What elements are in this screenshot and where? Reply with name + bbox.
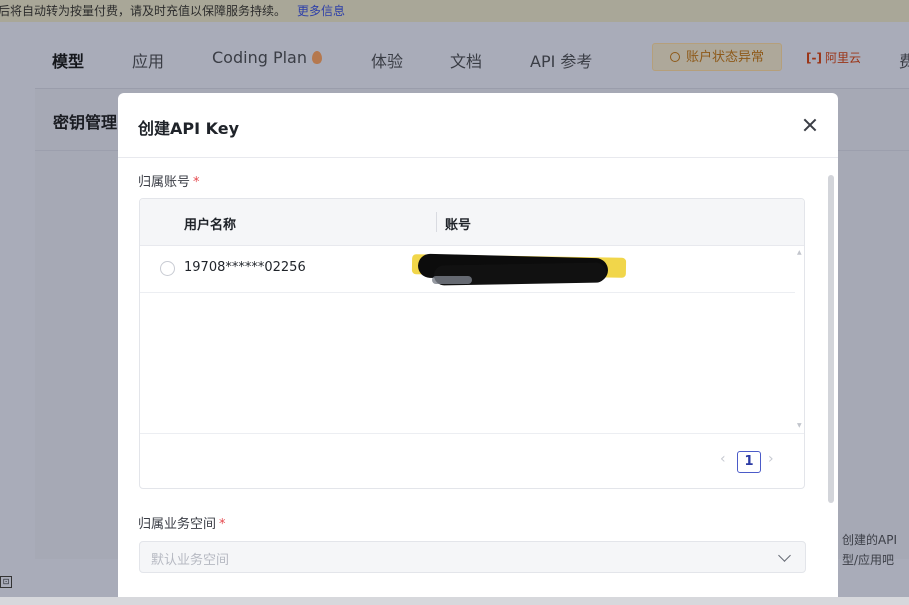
scroll-up-icon[interactable]: ▲ xyxy=(797,249,802,256)
account-status-button[interactable]: 账户状态异常 xyxy=(652,43,782,71)
account-table: 用户名称 账号 19708******02256 ▲ ▼ ‹ 1 › xyxy=(139,198,805,489)
empty-state-line-2: 型/应用吧 xyxy=(842,553,895,567)
empty-state-text: 创建的API 型/应用吧 xyxy=(842,530,897,570)
pagination-prev-button[interactable]: ‹ xyxy=(720,451,726,467)
aliyun-brand[interactable]: [-] 阿里云 xyxy=(806,49,861,66)
nav-item-models[interactable]: 模型 xyxy=(52,48,84,72)
empty-state-line-1: 创建的API xyxy=(842,533,897,547)
required-mark: * xyxy=(219,517,226,532)
column-separator xyxy=(436,212,437,232)
bottom-bar xyxy=(0,597,909,605)
required-mark: * xyxy=(193,175,200,190)
account-status-label: 账户状态异常 xyxy=(685,50,764,65)
column-header-user-name: 用户名称 xyxy=(184,218,237,233)
nav-item-api-reference[interactable]: API 参考 xyxy=(530,48,592,72)
flame-icon xyxy=(311,51,322,64)
workspace-select[interactable]: 默认业务空间 xyxy=(139,541,806,573)
nav-item-experience[interactable]: 体验 xyxy=(371,48,403,72)
aliyun-brand-label: 阿里云 xyxy=(824,51,861,65)
warning-icon xyxy=(669,52,680,62)
close-icon[interactable] xyxy=(798,113,822,137)
column-header-account: 账号 xyxy=(445,218,472,233)
row-radio-button[interactable] xyxy=(160,261,175,276)
modal-header: 创建API Key xyxy=(118,93,838,158)
redacted-account-cell xyxy=(411,252,627,288)
cell-user-name: 19708******02256 xyxy=(184,260,306,275)
chevron-down-icon xyxy=(778,549,791,562)
nav-item-docs[interactable]: 文档 xyxy=(450,48,482,72)
modal-title: 创建API Key xyxy=(138,119,240,138)
more-info-link[interactable]: 更多信息 xyxy=(297,0,345,22)
create-api-key-modal: 创建API Key 归属账号 * 用户名称 账号 19708******02256… xyxy=(118,93,838,597)
notice-banner: 后将自动转为按量付费，请及时充值以保障服务持续。 更多信息 xyxy=(0,0,909,22)
nav-item-coding-plan[interactable]: Coding Plan xyxy=(212,48,322,67)
notice-text: 后将自动转为按量付费，请及时充值以保障服务持续。 xyxy=(0,4,287,18)
pagination-next-button[interactable]: › xyxy=(768,451,774,467)
table-scrollbar[interactable]: ▲ ▼ xyxy=(797,247,803,433)
nav-item-billing[interactable]: 费 xyxy=(899,48,909,72)
workspace-label-text: 归属业务空间 xyxy=(138,517,217,532)
nav-item-coding-plan-label: Coding Plan xyxy=(212,48,307,67)
top-navigation: 模型 应用 Coding Plan 体验 文档 API 参考 账户状态异常 [-… xyxy=(0,22,909,94)
workspace-field-label: 归属业务空间 * xyxy=(138,513,226,532)
collapse-icon[interactable]: ⊡ xyxy=(0,576,12,588)
nav-item-apps[interactable]: 应用 xyxy=(132,48,164,72)
modal-scrollbar[interactable] xyxy=(828,175,834,503)
account-label-text: 归属账号 xyxy=(138,175,191,190)
table-footer-divider xyxy=(140,433,804,434)
scroll-down-icon[interactable]: ▼ xyxy=(797,422,802,429)
table-row[interactable]: 19708******02256 xyxy=(140,246,795,293)
workspace-select-placeholder: 默认业务空间 xyxy=(151,553,230,568)
aliyun-logo-icon: [-] xyxy=(806,51,822,65)
account-field-label: 归属账号 * xyxy=(138,171,200,190)
page-title: 密钥管理 xyxy=(53,113,118,132)
pagination-page-button[interactable]: 1 xyxy=(737,451,761,473)
table-header: 用户名称 账号 xyxy=(140,199,804,246)
